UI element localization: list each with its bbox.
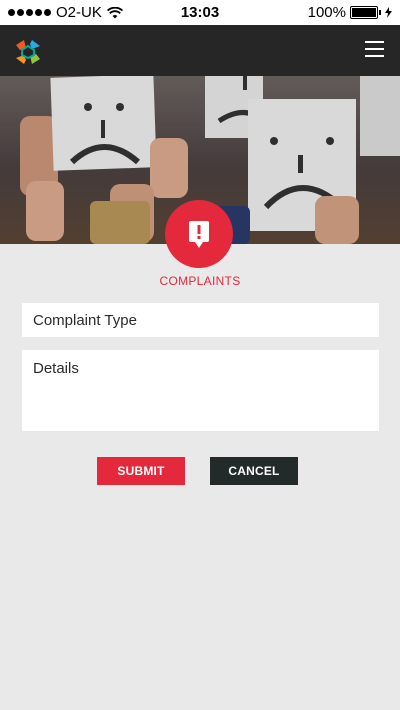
details-placeholder: Details [33, 360, 79, 377]
wifi-icon [106, 6, 123, 18]
details-field[interactable]: Details [22, 350, 379, 431]
signal-strength-icon [8, 9, 51, 16]
submit-button[interactable]: SUBMIT [97, 457, 185, 485]
cancel-button[interactable]: CANCEL [210, 457, 298, 485]
complaints-badge [165, 200, 233, 268]
page-title: COMPLAINTS [159, 274, 241, 288]
battery-percent: 100% [307, 4, 346, 21]
app-header [0, 25, 400, 76]
carrier-area: O2-UK [8, 4, 123, 21]
charging-bolt-icon [385, 7, 392, 18]
battery-tip [379, 10, 381, 15]
pinwheel-logo-icon[interactable] [12, 36, 44, 68]
carrier-name: O2-UK [56, 4, 102, 21]
hamburger-menu-icon[interactable] [365, 41, 384, 57]
complaint-type-placeholder: Complaint Type [33, 312, 137, 329]
battery-area: 100% [308, 4, 392, 21]
status-bar: O2-UK 13:03 100% [0, 0, 400, 25]
complaint-type-field[interactable]: Complaint Type [22, 303, 379, 337]
exclamation-speech-bubble-icon [189, 221, 209, 248]
battery-icon [350, 6, 378, 19]
